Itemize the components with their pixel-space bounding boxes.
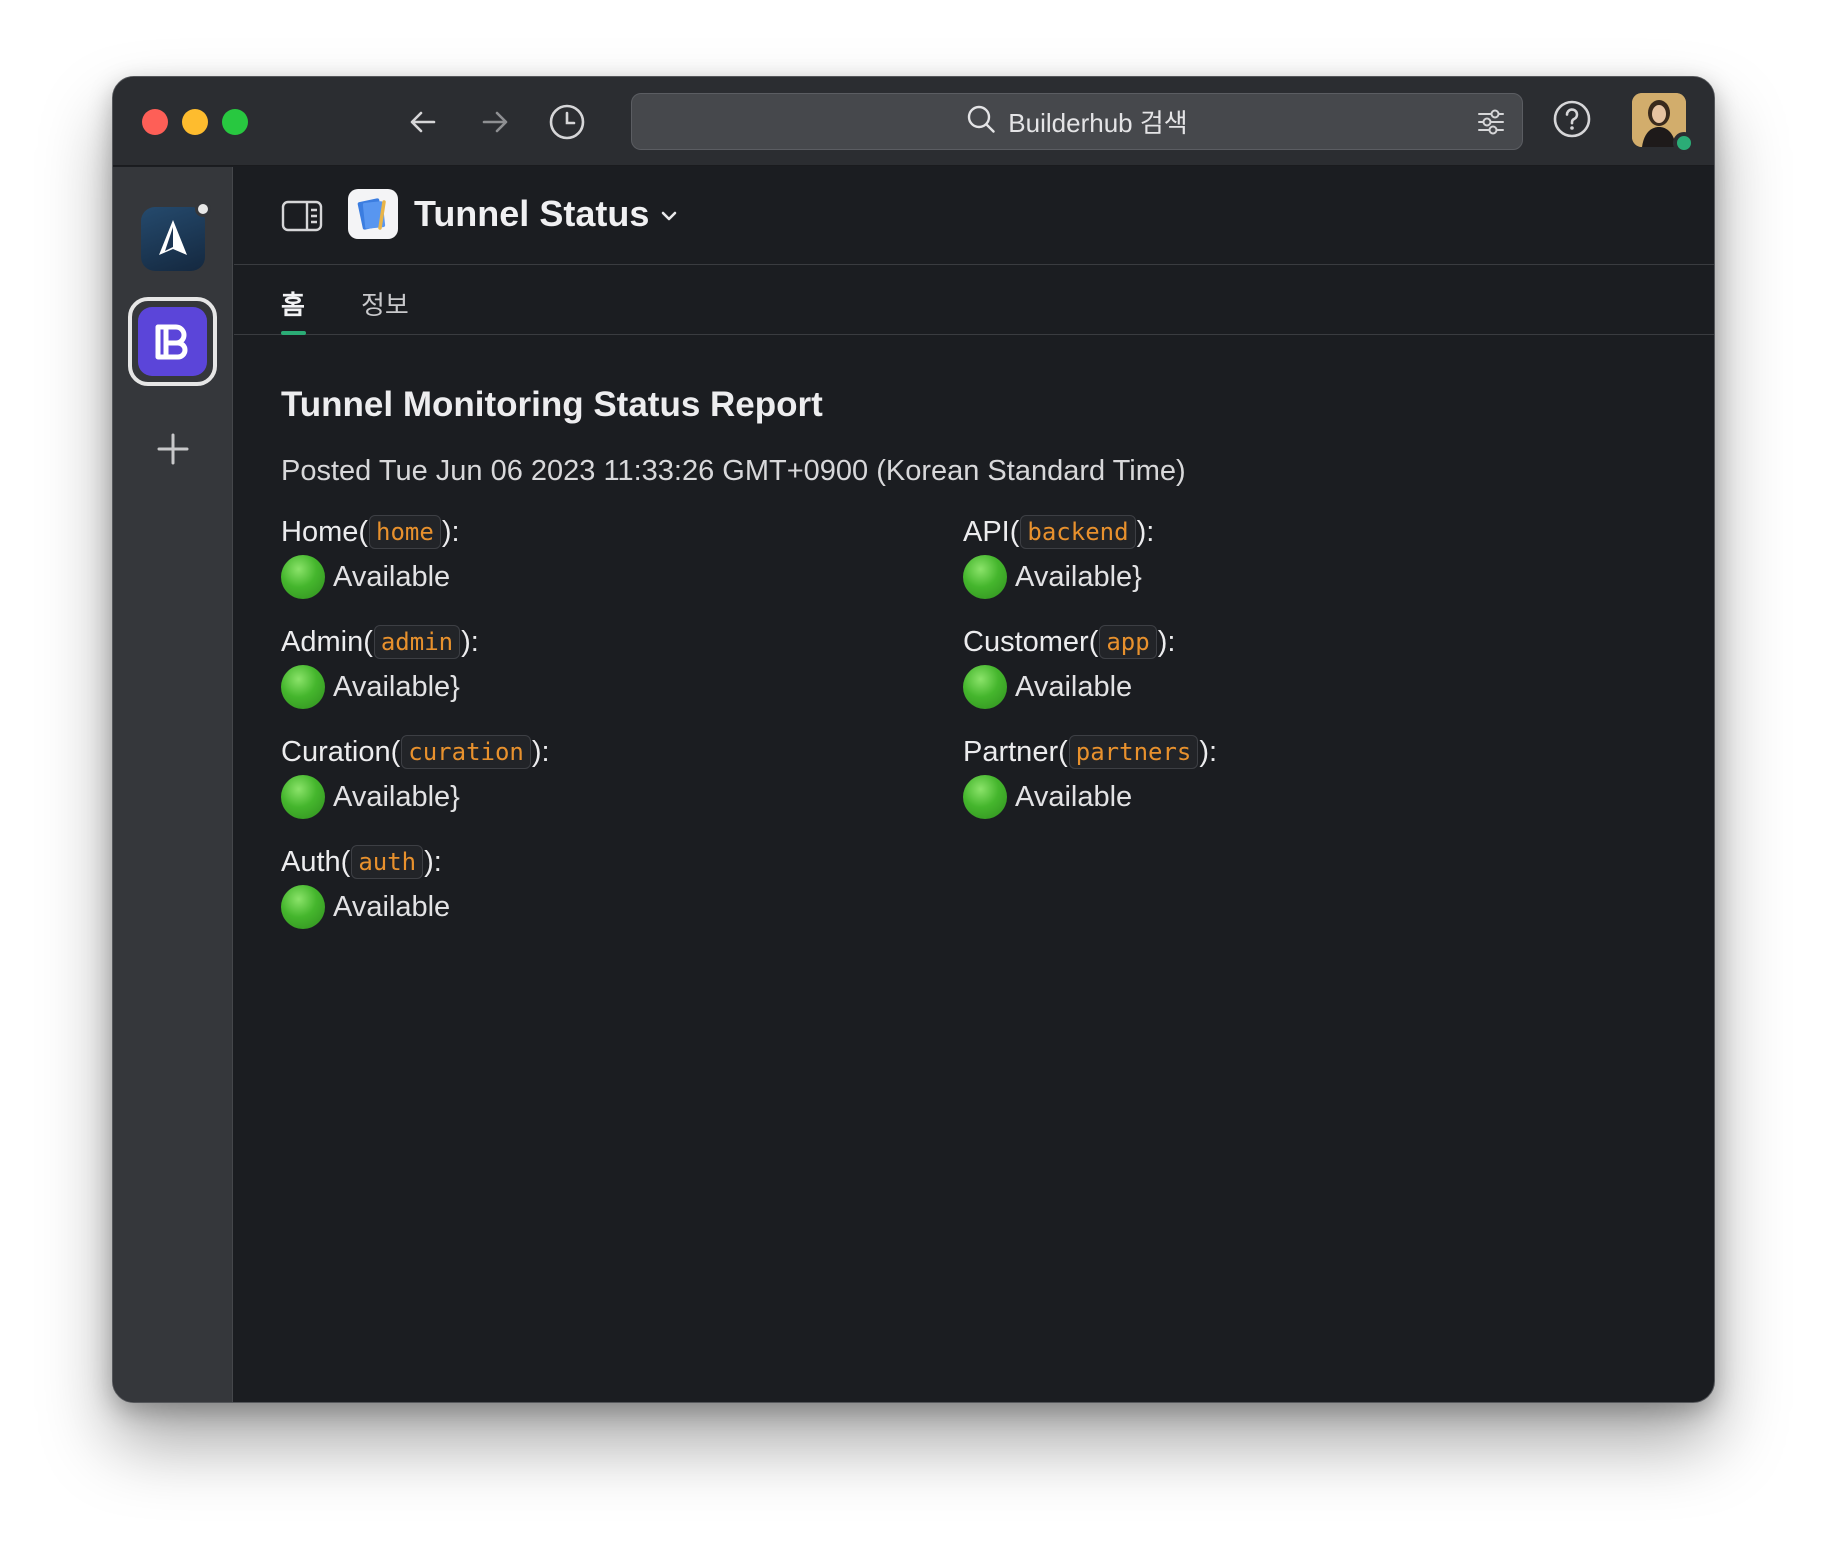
- minimize-window-button[interactable]: [182, 109, 208, 135]
- status-item-label: Home(home):: [281, 512, 963, 552]
- status-text: Available: [333, 890, 451, 923]
- app-window: Builderhub 검색 Tunnel Status 홈 정보 Tunnel …: [112, 76, 1715, 1403]
- status-item: Home(home): Available: [281, 512, 963, 600]
- service-name: API(: [963, 515, 1020, 548]
- green-circle-icon: [281, 555, 325, 599]
- workspace-icon-primary[interactable]: [141, 207, 205, 271]
- forward-button[interactable]: [472, 99, 518, 145]
- status-row: Available}: [963, 554, 1563, 600]
- status-row: Available: [963, 664, 1563, 710]
- status-item-label: Auth(auth):: [281, 842, 963, 882]
- label-suffix: ):: [441, 515, 460, 548]
- report-title: Tunnel Monitoring Status Report: [281, 385, 823, 424]
- tab-home[interactable]: 홈: [281, 285, 305, 322]
- status-row: Available: [281, 884, 963, 930]
- service-name: Auth(: [281, 845, 351, 878]
- filter-icon[interactable]: [1476, 107, 1506, 142]
- service-name: Admin(: [281, 625, 373, 658]
- history-icon: [548, 103, 586, 141]
- history-button[interactable]: [544, 99, 590, 145]
- status-text: Available: [333, 560, 451, 593]
- online-status-indicator: [1673, 132, 1695, 154]
- title-bar: Builderhub 검색: [113, 77, 1714, 166]
- service-code: curation: [401, 735, 531, 769]
- label-suffix: ):: [1136, 515, 1155, 548]
- status-text: Available}: [333, 670, 460, 703]
- forward-arrow-icon: [479, 106, 511, 138]
- label-suffix: ):: [424, 845, 442, 878]
- back-arrow-icon: [407, 106, 439, 138]
- add-workspace-icon[interactable]: [153, 429, 193, 474]
- status-text: Available: [1015, 780, 1133, 813]
- channel-view: Tunnel Status 홈 정보 Tunnel Monitoring Sta…: [234, 167, 1714, 1402]
- sidebar-toggle-icon[interactable]: [281, 199, 323, 238]
- status-row: Available}: [281, 774, 963, 820]
- search-placeholder: Builderhub 검색: [1008, 108, 1188, 138]
- status-item: Admin(admin): Available}: [281, 622, 963, 710]
- zoom-window-button[interactable]: [222, 109, 248, 135]
- green-circle-icon: [963, 555, 1007, 599]
- service-name: Customer(: [963, 625, 1099, 658]
- help-icon[interactable]: [1552, 99, 1592, 144]
- label-suffix: ):: [1157, 625, 1176, 658]
- green-circle-icon: [281, 885, 325, 929]
- back-button[interactable]: [400, 99, 446, 145]
- unread-indicator: [195, 201, 211, 217]
- status-item-label: Customer(app):: [963, 622, 1563, 662]
- workspace-icon-builderhub[interactable]: [128, 297, 217, 386]
- active-tab-indicator: [281, 331, 306, 335]
- status-item: API(backend): Available}: [963, 512, 1563, 600]
- status-item-label: Curation(curation):: [281, 732, 963, 772]
- green-circle-icon: [281, 775, 325, 819]
- status-row: Available}: [281, 664, 963, 710]
- service-name: Curation(: [281, 735, 401, 768]
- service-code: admin: [373, 625, 461, 659]
- close-window-button[interactable]: [142, 109, 168, 135]
- chevron-down-icon: [659, 193, 679, 235]
- status-text: Available}: [333, 780, 460, 813]
- service-code: partners: [1068, 735, 1199, 769]
- status-row: Available: [281, 554, 963, 600]
- label-suffix: ):: [531, 735, 550, 768]
- channel-title-button[interactable]: Tunnel Status: [414, 193, 679, 235]
- green-circle-icon: [963, 665, 1007, 709]
- status-item: Curation(curation): Available}: [281, 732, 963, 820]
- channel-header: Tunnel Status: [234, 167, 1714, 265]
- status-item: Auth(auth): Available: [281, 842, 963, 930]
- status-text: Available}: [1015, 560, 1142, 593]
- service-name: Partner(: [963, 735, 1068, 768]
- posted-timestamp: Posted Tue Jun 06 2023 11:33:26 GMT+0900…: [281, 455, 1186, 487]
- channel-tabs: 홈 정보: [234, 265, 1714, 335]
- status-item-label: Partner(partners):: [963, 732, 1563, 772]
- status-item-label: API(backend):: [963, 512, 1563, 552]
- green-circle-icon: [281, 665, 325, 709]
- status-row: Available: [963, 774, 1563, 820]
- tab-info[interactable]: 정보: [361, 285, 409, 322]
- status-item: Customer(app): Available: [963, 622, 1563, 710]
- channel-app-icon: [348, 189, 398, 239]
- service-code: app: [1099, 625, 1157, 659]
- service-code: auth: [351, 845, 424, 879]
- avatar[interactable]: [1632, 93, 1695, 154]
- label-suffix: ):: [1199, 735, 1218, 768]
- service-name: Home(: [281, 515, 369, 548]
- channel-title: Tunnel Status: [414, 193, 650, 234]
- status-grid: Home(home): Available API(backend): Avai…: [281, 512, 1674, 930]
- service-code: backend: [1020, 515, 1136, 549]
- label-suffix: ):: [461, 625, 479, 658]
- workspace-rail: [113, 167, 233, 1402]
- green-circle-icon: [963, 775, 1007, 819]
- status-item-label: Admin(admin):: [281, 622, 963, 662]
- report-message: Tunnel Monitoring Status Report Posted T…: [281, 385, 1674, 930]
- status-item: Partner(partners): Available: [963, 732, 1563, 820]
- status-text: Available: [1015, 670, 1133, 703]
- search-bar[interactable]: Builderhub 검색: [631, 93, 1523, 150]
- search-icon: [966, 104, 996, 139]
- service-code: home: [369, 515, 441, 549]
